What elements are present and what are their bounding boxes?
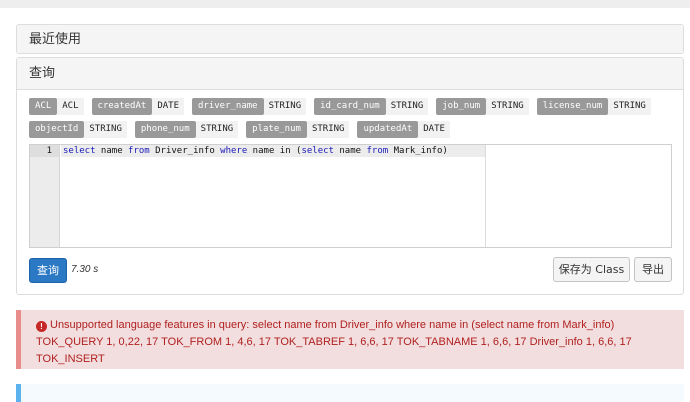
field-name[interactable]: updatedAt bbox=[357, 121, 419, 138]
field-name[interactable]: createdAt bbox=[91, 98, 153, 115]
field-name[interactable]: plate_num bbox=[246, 121, 307, 138]
elapsed-time: 7.30 s bbox=[71, 264, 99, 275]
sql-text: name in ( bbox=[247, 146, 302, 156]
field-list: ACL ACL createdAt DATE driver_name STRING id_c… bbox=[29, 98, 659, 144]
field-name[interactable]: id_card_num bbox=[314, 98, 386, 115]
sql-keyword: from bbox=[128, 146, 150, 156]
recent-panel: 最近使用 bbox=[16, 24, 684, 54]
field-type: STRING bbox=[608, 98, 651, 115]
field-name[interactable]: objectId bbox=[29, 121, 85, 138]
field-chip[interactable]: ACL ACL bbox=[29, 98, 84, 115]
top-strip bbox=[0, 0, 690, 8]
sql-keyword: where bbox=[220, 146, 248, 156]
field-chip[interactable]: plate_num STRING bbox=[246, 121, 350, 138]
sql-text: name bbox=[95, 146, 129, 156]
field-chip[interactable]: license_num STRING bbox=[536, 98, 651, 115]
line-number: 1 bbox=[30, 145, 59, 157]
field-type: STRING bbox=[263, 98, 307, 115]
page: 最近使用 查询 ACL ACL createdAt DATE driver_name ST… bbox=[0, 0, 690, 402]
sql-text: name bbox=[333, 146, 367, 156]
sql-text: Mark_info) bbox=[388, 146, 448, 156]
run-query-button[interactable]: 查询 bbox=[29, 258, 67, 283]
field-name[interactable]: job_num bbox=[436, 98, 487, 115]
info-alert bbox=[16, 384, 684, 402]
sql-keyword: from bbox=[366, 146, 389, 156]
save-as-class-button[interactable]: 保存为 Class bbox=[553, 257, 630, 282]
field-type: ACL bbox=[57, 98, 84, 115]
field-chip[interactable]: createdAt DATE bbox=[91, 98, 184, 115]
field-chip[interactable]: job_num STRING bbox=[436, 98, 529, 115]
recent-panel-title[interactable]: 最近使用 bbox=[17, 25, 683, 53]
field-row: ACL ACL createdAt DATE driver_name STRING id_c… bbox=[29, 98, 659, 115]
sql-keyword: select bbox=[301, 146, 334, 156]
exclamation-circle-icon: ! bbox=[36, 321, 47, 332]
field-chip[interactable]: updatedAt DATE bbox=[357, 121, 450, 138]
field-type: STRING bbox=[195, 121, 239, 138]
field-name[interactable]: license_num bbox=[536, 98, 609, 115]
field-type: DATE bbox=[152, 98, 184, 115]
error-alert: ! Unsupported language features in query:… bbox=[16, 310, 684, 369]
sql-editor[interactable]: 1 select name from Driver_info where nam… bbox=[29, 144, 672, 248]
field-type: STRING bbox=[385, 98, 429, 115]
field-chip[interactable]: phone_num STRING bbox=[134, 121, 239, 138]
sql-code-line[interactable]: select name from Driver_info where name … bbox=[63, 145, 448, 157]
field-name[interactable]: driver_name bbox=[192, 98, 264, 115]
line-gutter: 1 bbox=[30, 145, 60, 247]
field-type: STRING bbox=[486, 98, 529, 115]
field-type: STRING bbox=[84, 121, 127, 138]
field-chip[interactable]: objectId STRING bbox=[29, 121, 127, 138]
query-panel-title: 查询 bbox=[17, 58, 683, 90]
export-button[interactable]: 导出 bbox=[634, 257, 672, 282]
sql-keyword: select bbox=[63, 146, 96, 156]
field-chip[interactable]: id_card_num STRING bbox=[314, 98, 429, 115]
sql-text: Driver_info bbox=[149, 146, 221, 156]
print-margin bbox=[485, 145, 486, 247]
field-chip[interactable]: driver_name STRING bbox=[192, 98, 307, 115]
query-panel: 查询 ACL ACL createdAt DATE driver_name STRING i… bbox=[16, 57, 684, 295]
field-name[interactable]: ACL bbox=[29, 98, 58, 115]
field-name[interactable]: phone_num bbox=[134, 121, 196, 138]
field-type: STRING bbox=[306, 121, 350, 138]
field-row: objectId STRING phone_num STRING plate_num ST… bbox=[29, 121, 659, 138]
field-type: DATE bbox=[418, 121, 450, 138]
error-message: Unsupported language features in query: … bbox=[36, 319, 632, 365]
